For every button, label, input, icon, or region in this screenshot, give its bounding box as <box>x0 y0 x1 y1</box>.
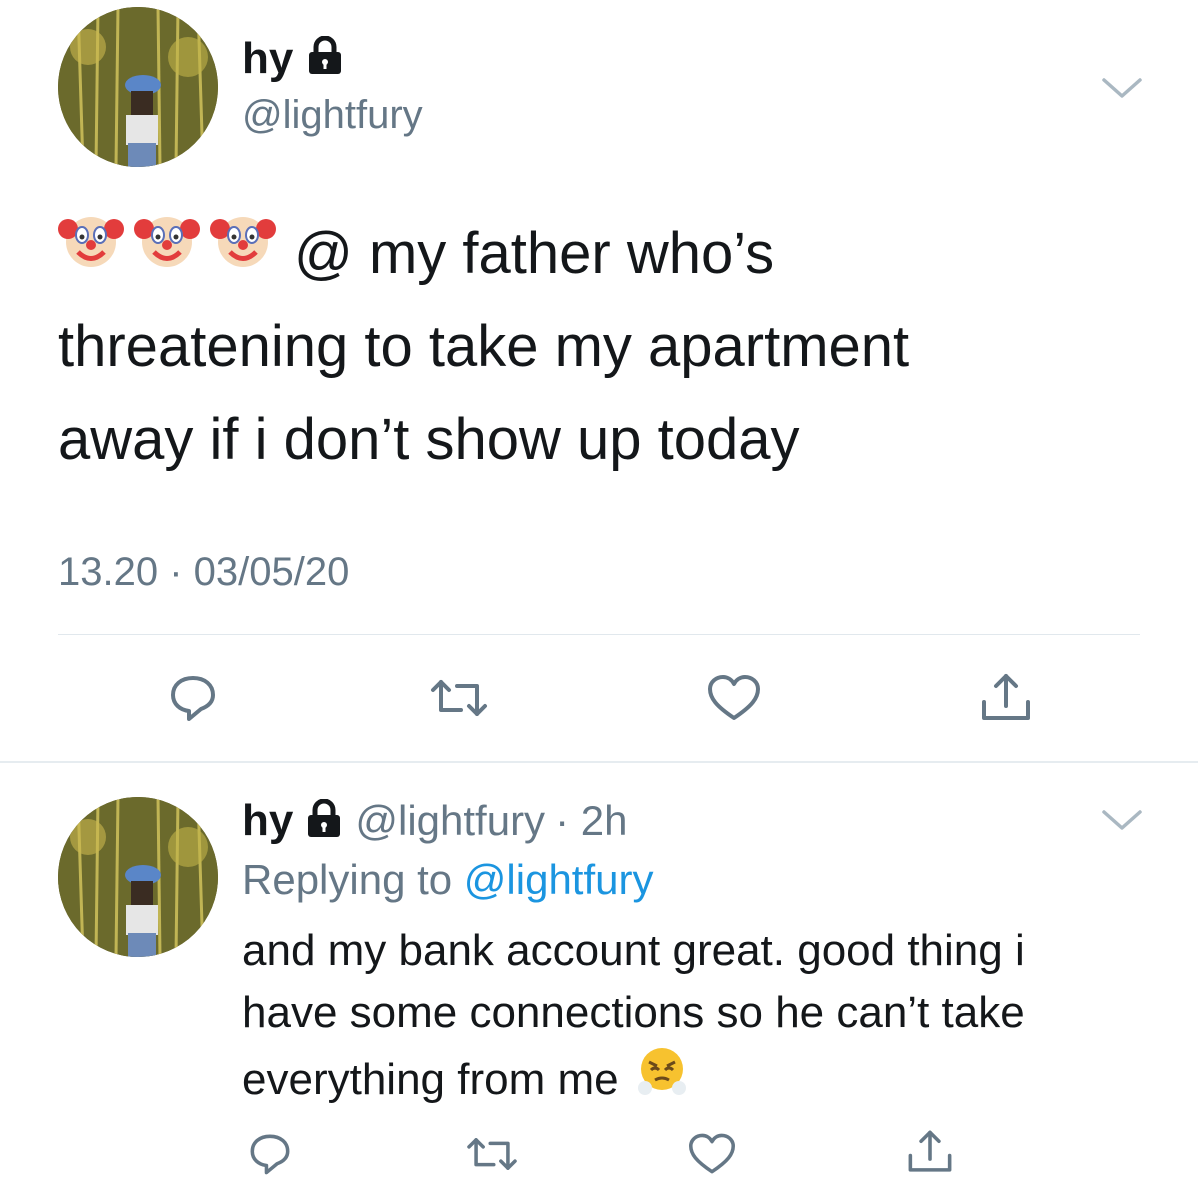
reply-button[interactable] <box>240 1124 300 1184</box>
reply-icon <box>171 676 215 721</box>
handle[interactable]: @lightfury <box>242 93 423 138</box>
divider <box>58 634 1140 635</box>
avatar[interactable] <box>58 7 218 167</box>
avatar-photo <box>58 7 218 167</box>
reply-handle[interactable]: @lightfury <box>355 797 545 845</box>
share-button[interactable] <box>976 668 1036 728</box>
clown-face-icon <box>58 207 124 300</box>
reply-display-name[interactable]: hy <box>242 796 293 846</box>
retweet-button[interactable] <box>429 668 489 728</box>
replying-to-link[interactable]: @lightfury <box>464 856 654 903</box>
share-icon <box>982 674 1030 720</box>
reply-line-3: everything from me <box>242 1044 1172 1115</box>
chevron-down-icon[interactable] <box>1100 804 1144 834</box>
share-icon <box>908 1130 952 1172</box>
like-button[interactable] <box>704 668 764 728</box>
reply-icon <box>250 1134 290 1175</box>
section-divider <box>0 761 1198 763</box>
reply-line-2: have some connections so he can’t take <box>242 988 1025 1037</box>
lock-icon <box>306 35 344 87</box>
tweet-line-3: away if i don’t show up today <box>58 407 800 472</box>
reply-button[interactable] <box>163 668 223 728</box>
tweet-text: @ my father who’s threatening to take my… <box>58 207 1158 486</box>
retweet-button[interactable] <box>462 1124 522 1184</box>
lock-icon <box>305 798 343 844</box>
reply-text: and my bank account great. good thing i … <box>242 920 1172 1115</box>
tweet-line-2: threatening to take my apartment <box>58 314 910 379</box>
like-icon <box>708 675 760 720</box>
chevron-down-icon[interactable] <box>1100 72 1144 102</box>
retweet-icon <box>431 680 487 716</box>
reply-line-1: and my bank account great. good thing i <box>242 926 1025 975</box>
reply-time[interactable]: · 2h <box>555 797 627 845</box>
avatar-photo <box>58 797 218 957</box>
clown-face-icon <box>210 207 276 300</box>
reply-avatar[interactable] <box>58 797 218 957</box>
face-with-steam-from-nose-icon <box>635 1044 689 1115</box>
display-name[interactable]: hy <box>242 34 344 87</box>
replying-to: Replying to @lightfury <box>242 856 654 903</box>
timestamp[interactable]: 13.20 · 03/05/20 <box>58 550 349 595</box>
reply-header: hy @lightfury · 2h <box>242 796 627 846</box>
retweet-icon <box>467 1138 517 1170</box>
like-button[interactable] <box>682 1124 742 1184</box>
share-button[interactable] <box>900 1122 960 1182</box>
tweet-line-1: @ my father who’s <box>58 207 1158 300</box>
like-icon <box>689 1133 735 1174</box>
clown-face-icon <box>134 207 200 300</box>
